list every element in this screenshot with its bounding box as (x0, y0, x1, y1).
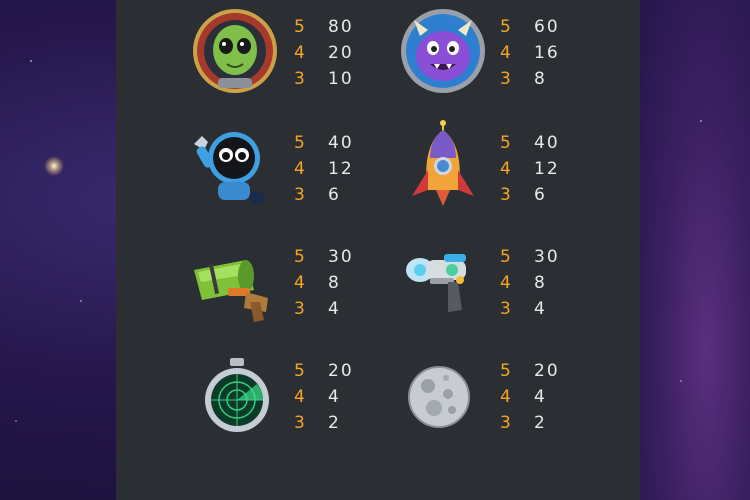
paytable-entry-alien: 5 80 4 20 3 10 (294, 14, 374, 92)
pay-value: 20 (328, 43, 354, 63)
pay-row: 32 (294, 410, 374, 436)
paytable-panel: 5 80 4 20 3 10 5 60 4 16 38 5 40 4 12 3 … (116, 0, 640, 500)
pay-value: 80 (328, 17, 354, 37)
pay-value: 10 (328, 69, 354, 89)
pay-count: 5 (500, 17, 511, 37)
rocket-icon (398, 120, 488, 210)
background-star (80, 300, 82, 302)
pay-count: 3 (500, 69, 511, 89)
pay-count: 3 (294, 299, 305, 319)
pay-value: 8 (328, 273, 341, 293)
pay-count: 3 (500, 413, 511, 433)
pay-row: 36 (500, 182, 580, 208)
pay-value: 20 (328, 361, 354, 381)
pay-value: 4 (534, 387, 547, 407)
pay-value: 2 (534, 413, 547, 433)
pay-row: 38 (500, 66, 580, 92)
background-star (700, 120, 702, 122)
pay-row: 34 (500, 296, 580, 322)
pay-value: 6 (328, 185, 341, 205)
pay-row: 5 30 (500, 244, 580, 270)
purple-monster-icon (398, 6, 488, 96)
pay-row: 4 12 (500, 156, 580, 182)
pay-count: 4 (294, 387, 305, 407)
radar-icon (202, 356, 272, 436)
pay-row: 5 30 (294, 244, 374, 270)
pay-count: 4 (294, 159, 305, 179)
pay-count: 3 (500, 299, 511, 319)
moon-icon (406, 364, 472, 430)
pay-row: 5 20 (294, 358, 374, 384)
pay-value: 12 (328, 159, 354, 179)
pay-count: 5 (294, 133, 305, 153)
pay-value: 60 (534, 17, 560, 37)
pay-row: 3 10 (294, 66, 374, 92)
pay-count: 4 (500, 273, 511, 293)
pay-value: 20 (534, 361, 560, 381)
background-nebula (640, 0, 750, 500)
pay-count: 4 (294, 273, 305, 293)
pay-row: 48 (500, 270, 580, 296)
pay-value: 40 (328, 133, 354, 153)
pay-value: 6 (534, 185, 547, 205)
background-star (680, 380, 682, 382)
pay-value: 8 (534, 69, 547, 89)
pay-count: 5 (500, 247, 511, 267)
pay-row: 4 12 (294, 156, 374, 182)
pay-count: 3 (294, 69, 305, 89)
pay-value: 30 (328, 247, 354, 267)
pay-row: 5 40 (500, 130, 580, 156)
pay-row: 4 20 (294, 40, 374, 66)
pay-value: 4 (534, 299, 547, 319)
pay-count: 5 (500, 361, 511, 381)
ray-gun-icon (398, 240, 488, 330)
pay-value: 4 (328, 387, 341, 407)
pay-count: 3 (500, 185, 511, 205)
pay-value: 8 (534, 273, 547, 293)
paytable-entry-blaster: 5 30 48 34 (294, 244, 374, 322)
pay-row: 48 (294, 270, 374, 296)
pay-count: 3 (294, 413, 305, 433)
pay-value: 16 (534, 43, 560, 63)
paytable-entry-rocket: 5 40 4 12 36 (500, 130, 580, 208)
pay-count: 5 (294, 247, 305, 267)
pay-count: 5 (500, 133, 511, 153)
pay-row: 5 80 (294, 14, 374, 40)
pay-count: 5 (294, 17, 305, 37)
robot-icon (186, 122, 276, 212)
paytable-entry-moon: 5 20 44 32 (500, 358, 580, 436)
pay-value: 12 (534, 159, 560, 179)
pay-value: 30 (534, 247, 560, 267)
pay-count: 5 (294, 361, 305, 381)
pay-count: 4 (500, 43, 511, 63)
pay-value: 40 (534, 133, 560, 153)
alien-astronaut-icon (190, 6, 280, 96)
pay-row: 5 60 (500, 14, 580, 40)
pay-value: 2 (328, 413, 341, 433)
pay-row: 5 40 (294, 130, 374, 156)
pay-row: 44 (500, 384, 580, 410)
background-star (30, 60, 32, 62)
paytable-entry-raygun: 5 30 48 34 (500, 244, 580, 322)
pay-count: 3 (294, 185, 305, 205)
pay-count: 4 (500, 387, 511, 407)
paytable-entry-monster: 5 60 4 16 38 (500, 14, 580, 92)
pay-row: 36 (294, 182, 374, 208)
pay-row: 34 (294, 296, 374, 322)
pay-row: 44 (294, 384, 374, 410)
green-blaster-icon (188, 242, 278, 332)
pay-row: 5 20 (500, 358, 580, 384)
background-star (15, 420, 17, 422)
pay-value: 4 (328, 299, 341, 319)
pay-row: 32 (500, 410, 580, 436)
paytable-entry-radar: 5 20 44 32 (294, 358, 374, 436)
paytable-entry-robot: 5 40 4 12 36 (294, 130, 374, 208)
pay-count: 4 (500, 159, 511, 179)
pay-count: 4 (294, 43, 305, 63)
glowing-star (44, 156, 64, 176)
pay-row: 4 16 (500, 40, 580, 66)
